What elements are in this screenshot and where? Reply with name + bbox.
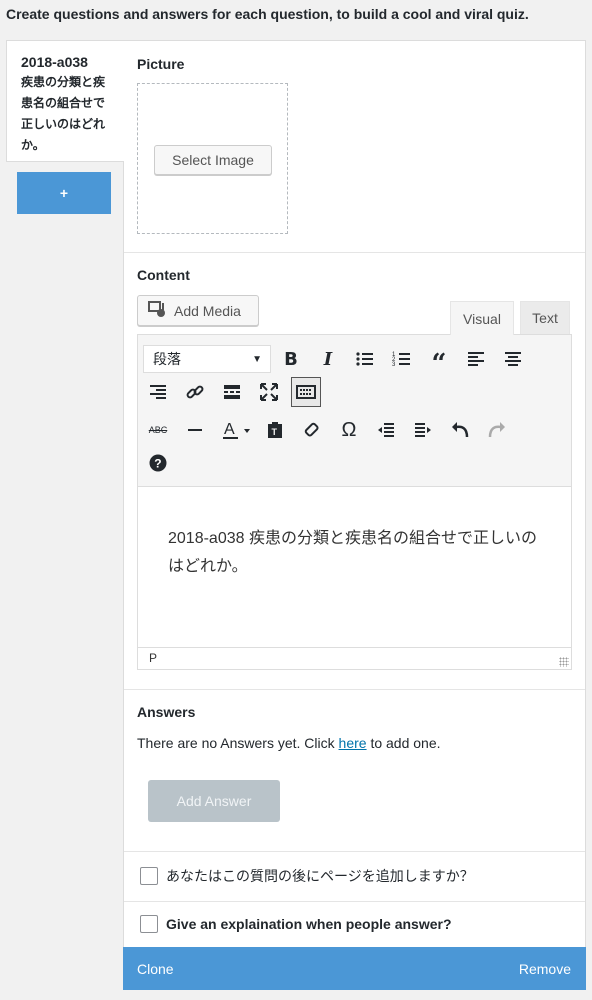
add-media-button[interactable]: Add Media [137, 295, 259, 326]
add-question-button[interactable]: + [17, 172, 111, 214]
intro-text: Create questions and answers for each qu… [6, 6, 529, 22]
align-center-icon[interactable] [498, 344, 528, 374]
special-character-icon[interactable]: Ω [334, 415, 364, 445]
undo-icon[interactable] [445, 415, 475, 445]
add-answer-link[interactable]: here [339, 735, 367, 751]
editor-statusbar: P [138, 647, 571, 669]
question-tab-title: 2018-a038 [21, 54, 88, 70]
insert-link-icon[interactable] [180, 377, 210, 407]
add-media-label: Add Media [174, 302, 241, 319]
explanation-label: Give an explaination when people answer? [166, 916, 452, 932]
svg-text:?: ? [154, 457, 161, 471]
horizontal-line-icon[interactable] [180, 415, 210, 445]
align-left-icon[interactable] [461, 344, 491, 374]
question-tab[interactable]: 2018-a038 疾患の分類と疾患名の組合せで正しいのはどれか。 [6, 40, 124, 162]
question-tab-subtitle: 疾患の分類と疾患名の組合せで正しいのはどれか。 [21, 75, 106, 152]
divider [124, 689, 585, 690]
strikethrough-icon[interactable]: ABC [143, 415, 173, 445]
answers-empty-text: There are no Answers yet. Click here to … [137, 735, 441, 751]
editor-toolbar: 段落 ▼ B I 123 “ ABC A T Ω ? [138, 335, 571, 487]
bold-icon[interactable]: B [276, 344, 306, 374]
svg-text:A: A [224, 421, 235, 438]
divider [124, 901, 585, 902]
toolbar-toggle-icon[interactable] [291, 377, 321, 407]
add-answer-button[interactable]: Add Answer [148, 780, 280, 822]
help-icon[interactable]: ? [143, 448, 173, 478]
text-color-icon[interactable]: A [217, 415, 257, 445]
outdent-icon[interactable] [371, 415, 401, 445]
paste-as-text-icon[interactable]: T [260, 415, 290, 445]
rich-text-editor: 段落 ▼ B I 123 “ ABC A T Ω ? 2018-a038 疾患の… [137, 334, 572, 670]
svg-text:T: T [272, 427, 278, 437]
add-media-icon [147, 299, 167, 322]
format-select-value: 段落 [153, 351, 181, 367]
tab-visual[interactable]: Visual [450, 301, 514, 335]
tab-text[interactable]: Text [520, 301, 570, 334]
element-path[interactable]: P [149, 651, 157, 665]
content-heading: Content [137, 267, 190, 283]
explanation-checkbox[interactable] [140, 915, 158, 933]
align-right-icon[interactable] [143, 377, 173, 407]
picture-dropzone: Select Image [137, 83, 288, 234]
redo-icon[interactable] [482, 415, 512, 445]
format-select[interactable]: 段落 ▼ [143, 345, 271, 373]
page-break-label: あなたはこの質問の後にページを追加しますか？ [166, 868, 474, 884]
picture-heading: Picture [137, 56, 185, 72]
clone-button[interactable]: Clone [137, 961, 174, 977]
svg-text:3: 3 [392, 362, 396, 368]
answers-empty-prefix: There are no Answers yet. Click [137, 735, 339, 751]
question-panel: Picture Select Image Content Add Media V… [123, 40, 586, 990]
answers-heading: Answers [137, 704, 196, 720]
italic-icon[interactable]: I [313, 344, 343, 374]
select-image-button[interactable]: Select Image [154, 145, 272, 175]
numbered-list-icon[interactable]: 123 [387, 344, 417, 374]
fullscreen-icon[interactable] [254, 377, 284, 407]
bulleted-list-icon[interactable] [350, 344, 380, 374]
indent-icon[interactable] [408, 415, 438, 445]
clear-formatting-icon[interactable] [297, 415, 327, 445]
question-footer: Clone Remove [123, 947, 586, 990]
explanation-option[interactable]: Give an explaination when people answer? [140, 915, 452, 933]
editor-content[interactable]: 2018-a038 疾患の分類と疾患名の組合せで正しいのはどれか。 [138, 487, 571, 647]
answers-empty-suffix: to add one. [366, 735, 441, 751]
chevron-down-icon: ▼ [252, 353, 262, 365]
blockquote-icon[interactable]: “ [424, 344, 454, 379]
divider [124, 252, 585, 253]
page-break-checkbox[interactable] [140, 867, 158, 885]
page-break-option[interactable]: あなたはこの質問の後にページを追加しますか？ [140, 866, 474, 886]
read-more-icon[interactable] [217, 377, 247, 407]
resize-grip-icon[interactable] [559, 657, 569, 667]
divider [124, 851, 585, 852]
remove-button[interactable]: Remove [519, 961, 571, 977]
